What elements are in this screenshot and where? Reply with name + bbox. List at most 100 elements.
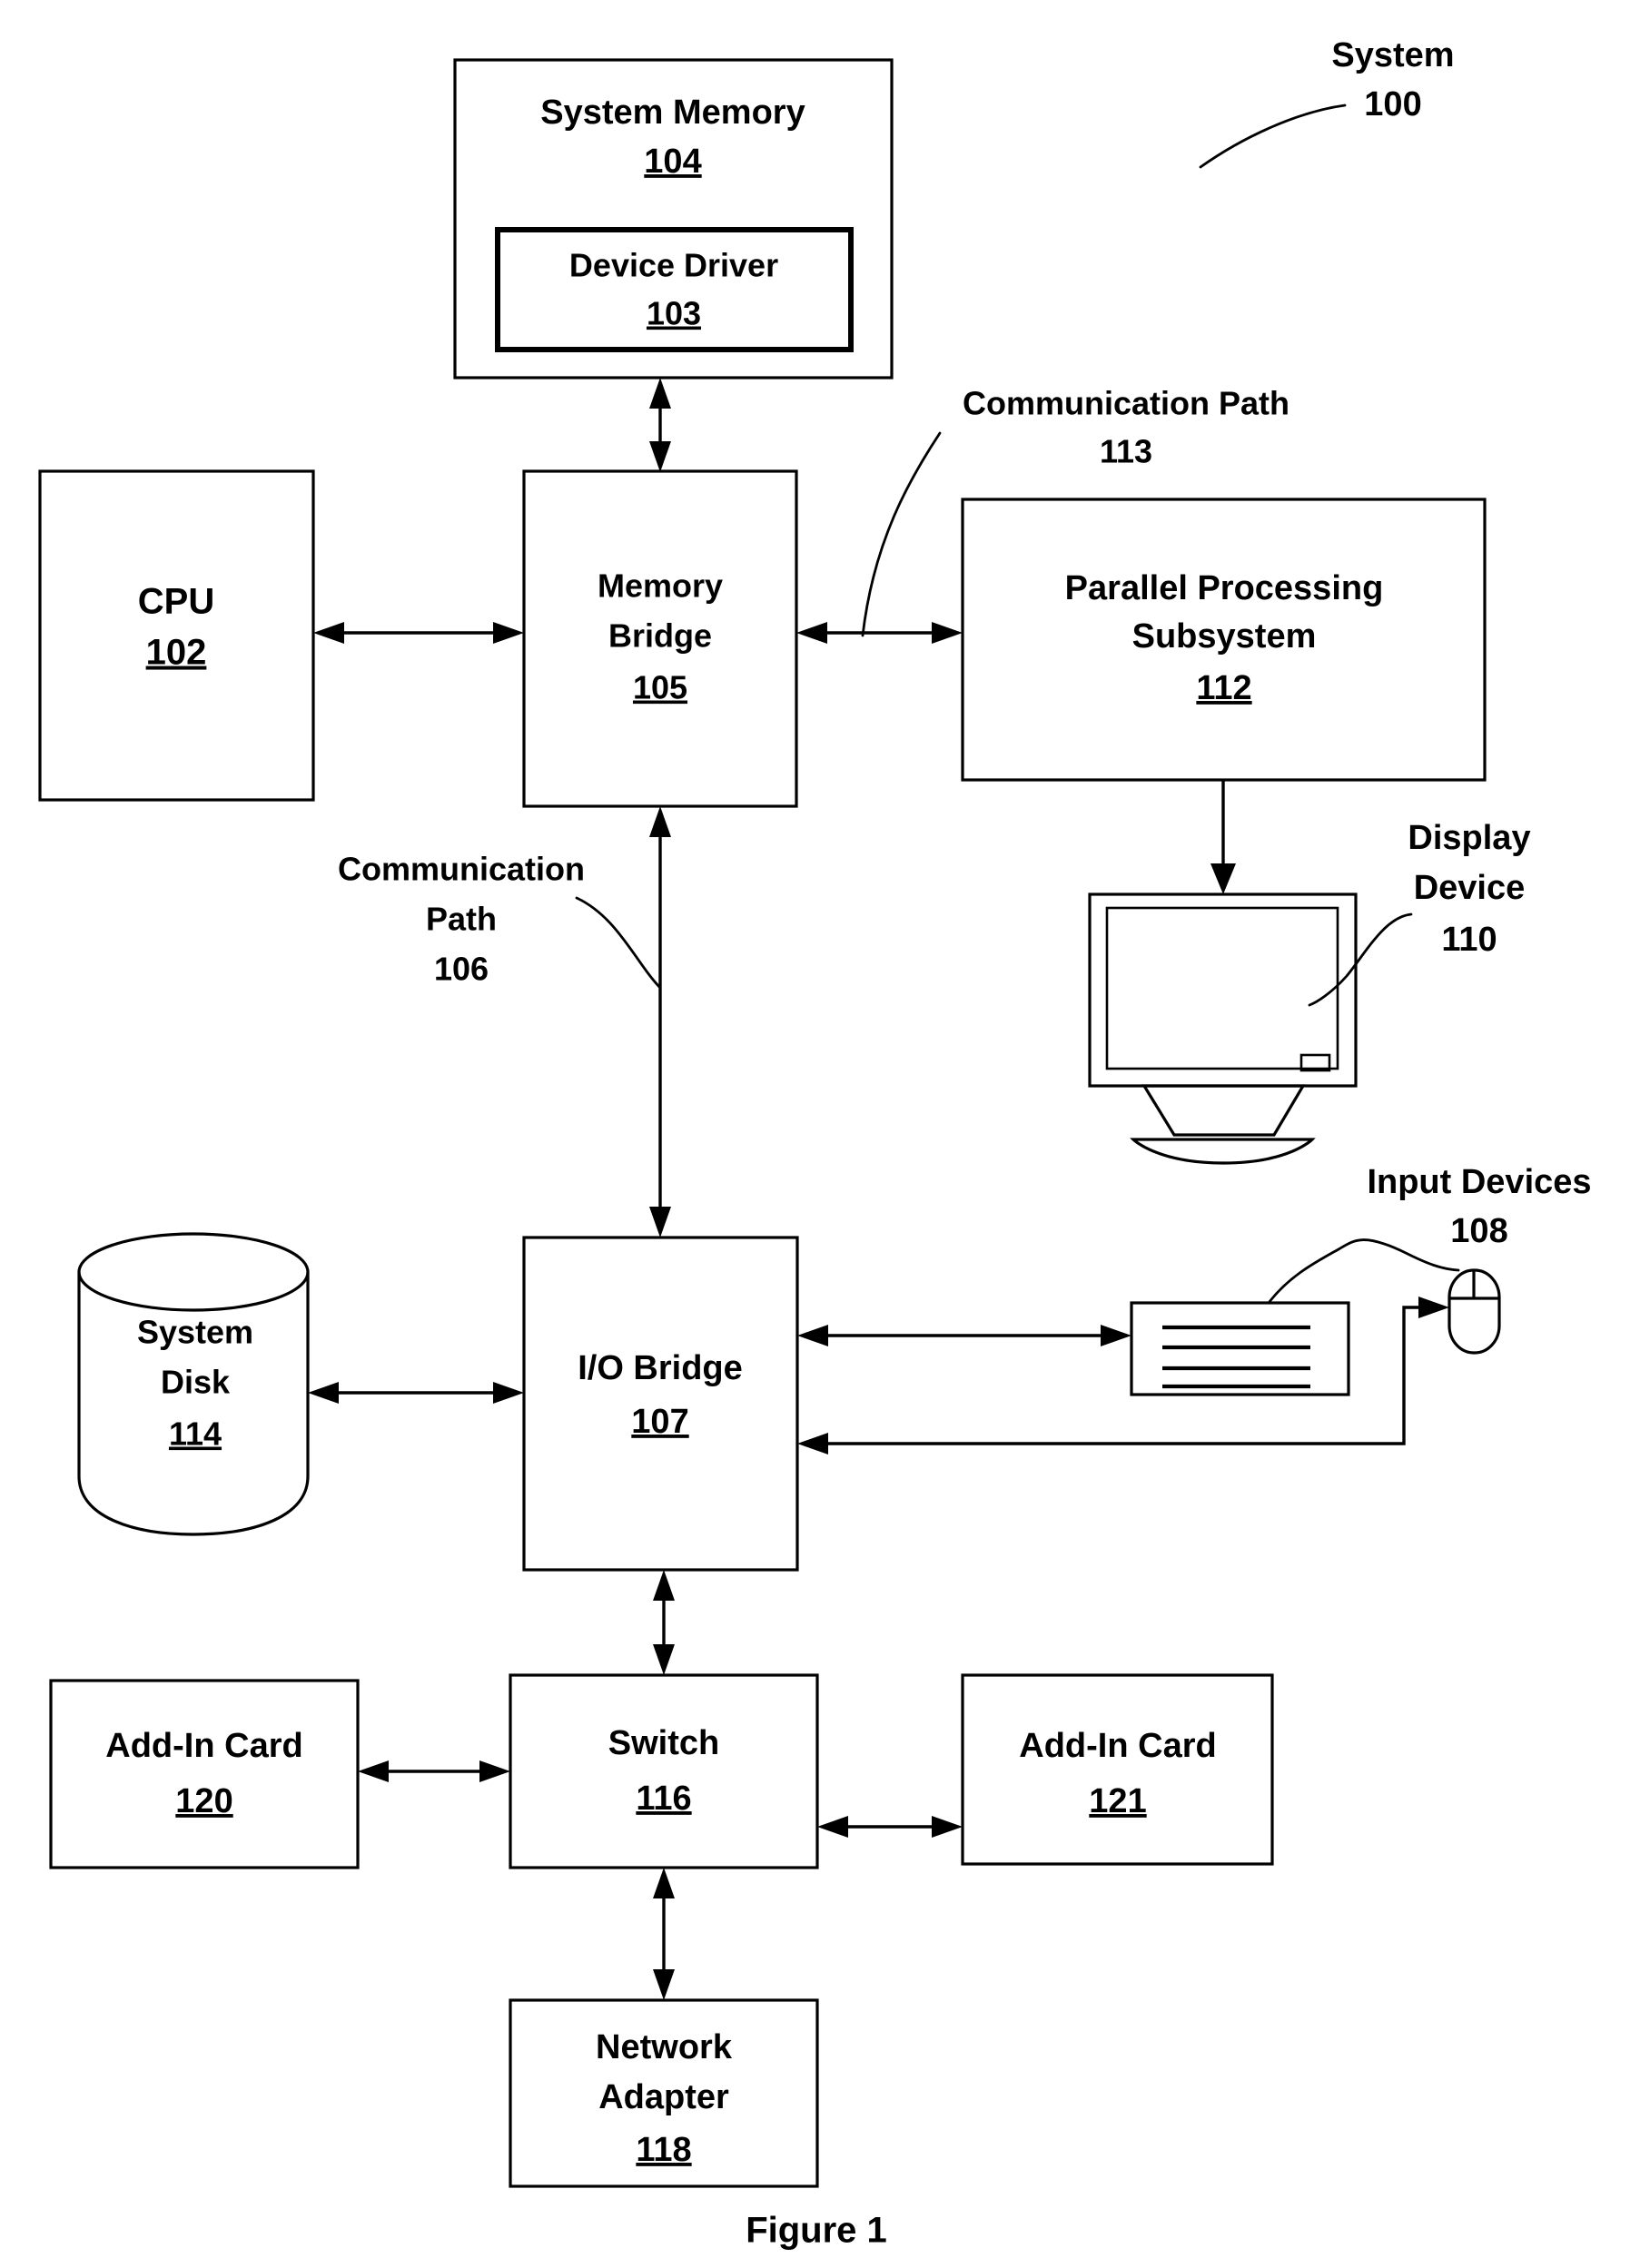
arrowhead-left [308,1382,339,1404]
connector-add-in-card-120-to-switch [358,1760,510,1782]
display-device-ref: 110 [1441,921,1497,959]
comm-path-106-leader-line [575,896,662,990]
switch-box [509,1673,819,1869]
memory-bridge-ref: 105 [633,669,687,706]
arrowhead-left-into-io-bridge [797,1433,828,1454]
display-device-line1: Display [1408,819,1530,857]
connector-memory-bridge-to-pps [796,622,963,644]
device-driver-ref: 103 [647,295,701,332]
memory-bridge-label-line1: Memory [598,567,723,605]
arrowhead-down [653,1644,675,1675]
comm-path-106-line2: Path [426,901,497,938]
memory-bridge-label-line2: Bridge [608,617,712,655]
connector-io-bridge-to-keyboard [797,1325,1131,1346]
arrowhead-down [653,1969,675,2000]
arrowhead-right [932,1816,963,1838]
add-in-card-121-box [961,1673,1274,1866]
cylinder-disk-icon: System Disk 114 [77,1232,310,1536]
connector-memory-to-bridge [649,378,671,472]
pps-label-line1: Parallel Processing [1065,569,1384,607]
switch-label: Switch [608,1724,719,1762]
add-in-card-121-label: Add-In Card [1019,1727,1216,1765]
callout-system-100: System 100 [1199,36,1455,169]
system-disk-label-line2: Disk [161,1364,231,1401]
system-memory-ref: 104 [644,143,701,181]
block-io-bridge: I/O Bridge 107 [522,1236,799,1572]
arrowhead-left [817,1816,848,1838]
block-cpu: CPU 102 [38,469,315,802]
block-memory-bridge: Memory Bridge 105 [522,469,798,808]
system-callout-name: System [1331,36,1454,74]
switch-ref: 116 [636,1780,691,1818]
figure-caption: Figure 1 [746,2211,887,2251]
comm-path-106-line3: 106 [434,951,489,988]
block-device-driver: Device Driver 103 [495,227,854,352]
connector-io-bridge-to-switch [653,1570,675,1675]
input-devices-ref: 108 [1450,1212,1507,1250]
arrowhead-up [653,1570,675,1601]
connector-memory-bridge-to-io-bridge [649,806,671,1238]
add-in-card-120-box [49,1679,360,1869]
monitor-screen [1105,906,1339,1070]
arrowhead-down [649,441,671,472]
arrowhead-up [649,806,671,837]
monitor-stand-base [1130,1138,1316,1165]
input-devices-leader-brace [1267,1238,1460,1305]
system-disk-ref: 114 [169,1415,222,1453]
comm-path-113-line1: Communication Path [963,385,1289,422]
arrowhead-right [493,622,524,644]
connector-pps-to-display [1210,780,1236,894]
arrowhead-right [1101,1325,1131,1346]
arrowhead-left [313,622,344,644]
arrowhead-right [493,1382,524,1404]
block-network-adapter: Network Adapter 118 [509,1998,819,2188]
arrowhead-left [796,622,827,644]
connector-system-disk-to-io-bridge [308,1382,524,1404]
pps-label-line2: Subsystem [1132,617,1317,656]
connector-line [813,1306,1434,1445]
arrowhead-up [653,1868,675,1898]
connector-io-bridge-to-mouse [797,1297,1449,1454]
monitor-bezel [1088,892,1358,1088]
display-device-line2: Device [1414,869,1526,907]
callout-input-devices: Input Devices 108 [1267,1163,1592,1305]
patent-figure-1: System Memory 104 Device Driver 103 Syst… [0,0,1650,2268]
network-adapter-ref: 118 [636,2131,691,2169]
comm-path-106-line1: Communication [338,851,585,888]
connector-switch-to-network-adapter [653,1868,675,2000]
callout-communication-path-106: Communication Path 106 [338,851,662,990]
block-parallel-processing-subsystem: Parallel Processing Subsystem 112 [961,498,1487,782]
mouse-icon [1447,1268,1501,1355]
arrowhead-right-into-mouse [1418,1297,1449,1318]
add-in-card-121-ref: 121 [1089,1782,1146,1820]
io-bridge-ref: 107 [631,1403,688,1441]
network-adapter-label-line2: Adapter [598,2078,729,2116]
monitor-icon [1088,892,1358,1165]
pps-ref: 112 [1196,669,1251,707]
callout-display-device: Display Device 110 [1308,819,1531,1007]
block-add-in-card-121: Add-In Card 121 [961,1673,1274,1866]
input-devices-line1: Input Devices [1367,1163,1591,1201]
system-disk-top [77,1232,310,1312]
connector-switch-to-add-in-card-121 [817,1816,963,1838]
io-bridge-label: I/O Bridge [578,1349,743,1387]
system-memory-label: System Memory [540,94,805,132]
system-disk-label-line1: System [137,1314,253,1351]
arrowhead-down [1210,863,1236,894]
comm-path-113-line2: 113 [1100,433,1152,470]
arrowhead-right [932,622,963,644]
add-in-card-120-label: Add-In Card [105,1727,302,1765]
arrowhead-left [797,1325,828,1346]
arrowhead-up [649,378,671,409]
block-system-memory: System Memory 104 Device Driver 103 [453,58,894,380]
comm-path-113-leader-line [861,431,942,637]
display-device-leader-line [1308,912,1413,1007]
cpu-ref: 102 [146,633,207,673]
arrowhead-down [649,1207,671,1238]
block-switch: Switch 116 [509,1673,819,1869]
system-callout-leader-line [1199,104,1347,169]
system-architecture-diagram: System Memory 104 Device Driver 103 Syst… [38,36,1592,2251]
add-in-card-120-ref: 120 [175,1782,232,1820]
device-driver-label: Device Driver [569,247,778,284]
block-add-in-card-120: Add-In Card 120 [49,1679,360,1869]
